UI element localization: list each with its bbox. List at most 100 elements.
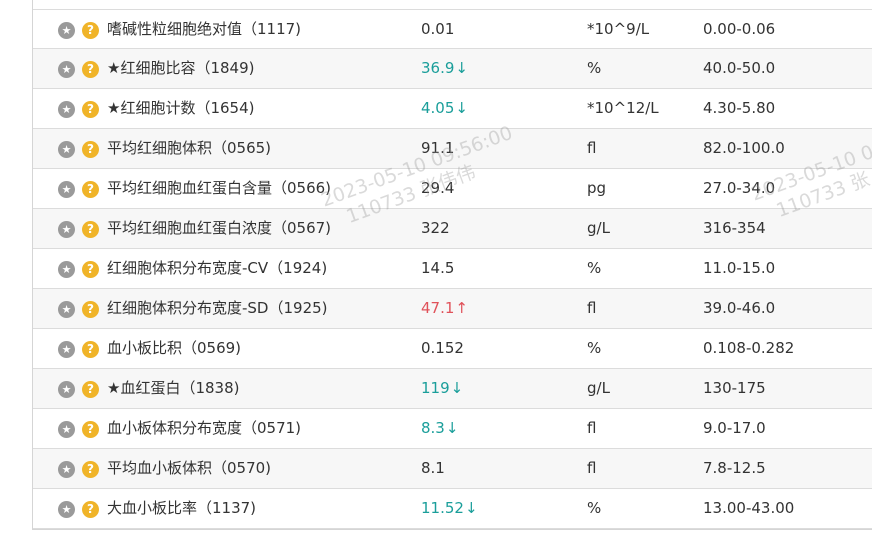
question-icon[interactable]: ? [82, 341, 99, 358]
reference-range: 130-175 [703, 379, 766, 397]
test-name: 血小板比积（0569) [107, 339, 242, 357]
test-unit: % [587, 259, 602, 277]
test-unit: % [587, 339, 602, 357]
test-name: 血小板体积分布宽度（0571) [107, 419, 302, 437]
reference-range: 39.0-46.0 [703, 299, 776, 317]
table-row: ★? 血小板体积分布宽度（0571) 8.3↓ fl 9.0-17.0 [33, 409, 872, 449]
question-icon[interactable]: ? [82, 381, 99, 398]
star-icon[interactable]: ★ [58, 381, 75, 398]
test-name: ★红细胞比容（1849) [107, 59, 255, 77]
test-unit: fl [587, 299, 597, 317]
lab-results-table: ★? 嗜碱性粒细胞绝对值（1117) 0.01 *10^9/L 0.00-0.06 ★? ★… [32, 0, 872, 530]
test-name: 红细胞体积分布宽度-CV（1924) [107, 259, 328, 277]
table-row: ★? 平均血小板体积（0570) 8.1 fl 7.8-12.5 [33, 449, 872, 489]
table-row: ★? ★红细胞比容（1849) 36.9↓% 40.0-50.0 [33, 49, 872, 89]
test-result: 91.1 [421, 129, 454, 169]
reference-range: 82.0-100.0 [703, 139, 785, 157]
question-icon[interactable]: ? [82, 421, 99, 438]
test-unit: % [587, 499, 602, 517]
test-result: 0.01 [421, 10, 454, 50]
result-value: 119 [421, 379, 450, 397]
table-row: ★? 血小板比积（0569) 0.152% 0.108-0.282 [33, 329, 872, 369]
question-icon[interactable]: ? [82, 61, 99, 78]
result-value: 4.05 [421, 99, 455, 117]
arrow-down-icon: ↓ [450, 379, 464, 397]
reference-range: 7.8-12.5 [703, 459, 766, 477]
result-value: 0.01 [421, 20, 455, 38]
test-result: 8.1 [421, 449, 445, 489]
star-icon[interactable]: ★ [58, 301, 75, 318]
test-name: 平均红细胞血红蛋白浓度（0567) [107, 219, 332, 237]
result-value: 11.52 [421, 499, 464, 517]
question-icon[interactable]: ? [82, 461, 99, 478]
star-icon[interactable]: ★ [58, 181, 75, 198]
test-result: 14.5 [421, 249, 454, 289]
star-icon[interactable]: ★ [58, 22, 75, 39]
test-name: ★红细胞计数（1654) [107, 99, 255, 117]
question-icon[interactable]: ? [82, 221, 99, 238]
reference-range: 11.0-15.0 [703, 259, 776, 277]
test-unit: fl [587, 419, 597, 437]
question-icon[interactable]: ? [82, 261, 99, 278]
test-unit: % [587, 59, 602, 77]
test-unit: *10^12/L [587, 99, 659, 117]
test-result: 47.1↑ [421, 289, 468, 329]
arrow-down-icon: ↓ [445, 419, 459, 437]
table-row: ★? 红细胞体积分布宽度-SD（1925) 47.1↑ fl 39.0-46.0 [33, 289, 872, 329]
test-result: 29.4 [421, 169, 454, 209]
test-name: ★血红蛋白（1838) [107, 379, 240, 397]
test-result: 36.9↓ [421, 49, 468, 89]
test-result: 11.52↓ [421, 489, 478, 529]
table-row: ★? 平均红细胞体积（0565) 91.1 fl 82.0-100.0 [33, 129, 872, 169]
star-icon[interactable]: ★ [58, 221, 75, 238]
test-unit: fl [587, 139, 597, 157]
test-unit: *10^9/L [587, 20, 650, 38]
test-unit: g/L [587, 379, 610, 397]
reference-range: 40.0-50.0 [703, 59, 776, 77]
test-result: 4.05↓ [421, 89, 468, 129]
star-icon[interactable]: ★ [58, 421, 75, 438]
star-icon[interactable]: ★ [58, 101, 75, 118]
question-icon[interactable]: ? [82, 301, 99, 318]
test-name: 平均红细胞体积（0565) [107, 139, 272, 157]
reference-range: 13.00-43.00 [703, 499, 795, 517]
result-value: 8.3 [421, 419, 445, 437]
star-icon[interactable]: ★ [58, 61, 75, 78]
arrow-up-icon: ↑ [455, 299, 468, 317]
arrow-down-icon: ↓ [455, 59, 468, 77]
test-result: 8.3↓ [421, 409, 458, 449]
star-icon[interactable]: ★ [58, 501, 75, 518]
test-unit: pg [587, 179, 607, 197]
test-name: 嗜碱性粒细胞绝对值（1117) [107, 20, 302, 38]
question-icon[interactable]: ? [82, 501, 99, 518]
question-icon[interactable]: ? [82, 141, 99, 158]
test-name: 平均血小板体积（0570) [107, 459, 272, 477]
star-icon[interactable]: ★ [58, 141, 75, 158]
table-row: ★? 红细胞体积分布宽度-CV（1924) 14.5% 11.0-15.0 [33, 249, 872, 289]
test-name: 红细胞体积分布宽度-SD（1925) [107, 299, 328, 317]
result-value: 36.9 [421, 59, 455, 77]
reference-range: 316-354 [703, 219, 766, 237]
reference-range: 27.0-34.0 [703, 179, 776, 197]
star-icon[interactable]: ★ [58, 261, 75, 278]
result-value: 322 [421, 219, 450, 237]
question-icon[interactable]: ? [82, 181, 99, 198]
reference-range: 9.0-17.0 [703, 419, 766, 437]
table-row: ★? ★红细胞计数（1654) 4.05↓ *10^12/L 4.30-5.80 [33, 89, 872, 129]
test-unit: g/L [587, 219, 610, 237]
result-value: 47.1 [421, 299, 455, 317]
test-name: 平均红细胞血红蛋白含量（0566) [107, 179, 332, 197]
result-value: 0.152 [421, 339, 464, 357]
question-icon[interactable]: ? [82, 101, 99, 118]
reference-range: 4.30-5.80 [703, 99, 776, 117]
test-result: 322 [421, 209, 450, 249]
star-icon[interactable]: ★ [58, 461, 75, 478]
star-icon[interactable]: ★ [58, 341, 75, 358]
table-row: ★? 大血小板比率（1137) 11.52↓% 13.00-43.00 [33, 489, 872, 529]
reference-range: 0.00-0.06 [703, 20, 776, 38]
result-value: 29.4 [421, 179, 455, 197]
arrow-down-icon: ↓ [464, 499, 478, 517]
question-icon[interactable]: ? [82, 22, 99, 39]
result-value: 91.1 [421, 139, 455, 157]
arrow-down-icon: ↓ [455, 99, 468, 117]
